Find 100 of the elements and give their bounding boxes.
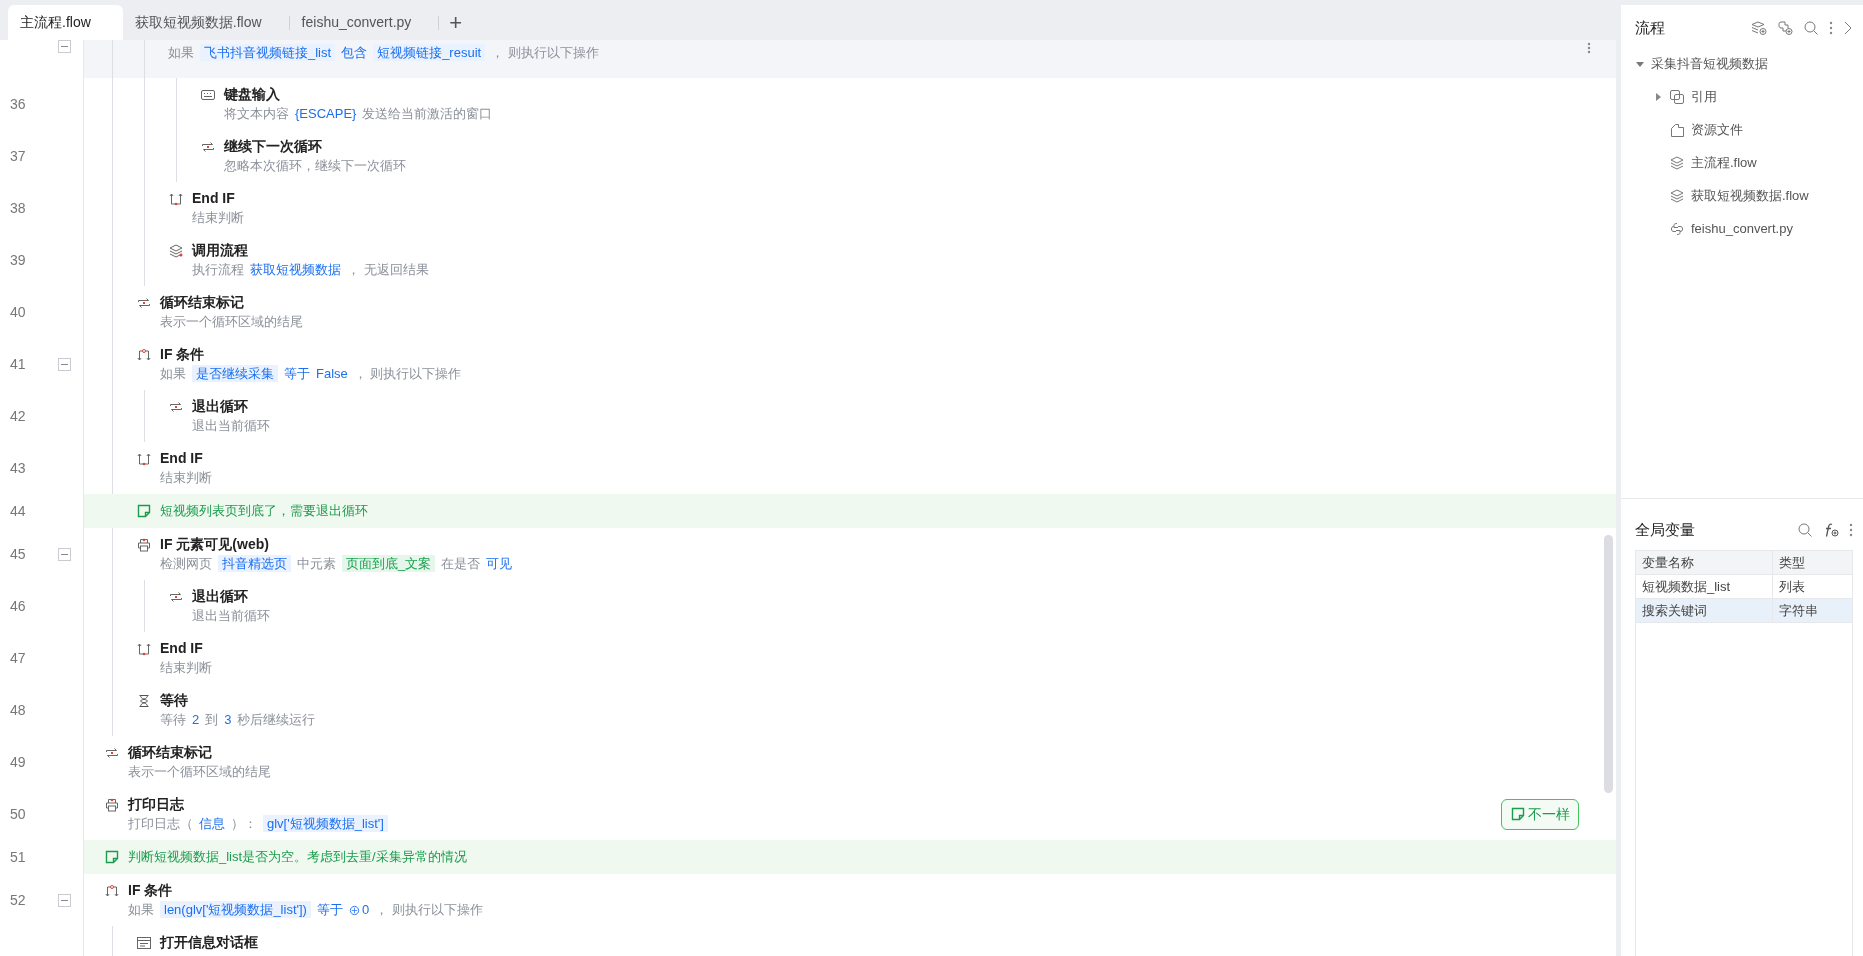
caret-icon[interactable] — [1635, 59, 1645, 69]
line-number: 41 — [9, 354, 27, 374]
variable-token[interactable]: 是否继续采集 — [192, 365, 278, 382]
column-header: 类型 — [1778, 553, 1806, 572]
step-description: 结束判断 — [160, 659, 213, 677]
add-function-icon[interactable] — [1823, 522, 1839, 539]
add-tab-button[interactable]: + — [439, 5, 473, 40]
tree-item[interactable]: 获取短视频数据.flow — [1691, 186, 1809, 206]
search-icon[interactable] — [1797, 522, 1813, 539]
layers-icon — [1669, 155, 1685, 171]
line-number: 43 — [9, 458, 27, 478]
printer-icon — [136, 537, 152, 553]
line-number: 38 — [9, 198, 27, 218]
note-icon — [104, 849, 120, 865]
step-description: 结束判断 — [192, 209, 245, 227]
window-icon — [136, 935, 152, 951]
line-number: 42 — [9, 406, 27, 426]
value-link[interactable]: 3 — [224, 712, 232, 727]
line-number: 51 — [9, 847, 27, 867]
constant-icon — [348, 905, 360, 917]
collapse-toggle[interactable] — [58, 357, 71, 371]
value-link[interactable]: 可见 — [486, 556, 513, 571]
variable-token[interactable]: glv['短视频数据_list'] — [263, 815, 388, 832]
step-title: End IF — [160, 639, 204, 658]
merge-arrows-icon — [136, 451, 152, 467]
table-cell-text: 列表 — [1778, 577, 1806, 596]
step-description: 如果 是否继续采集 等于 False ， 则执行以下操作 — [160, 364, 463, 384]
value-link[interactable]: 包含 — [341, 45, 368, 60]
tree-item[interactable]: 资源文件 — [1691, 120, 1743, 140]
tree-item[interactable]: feishu_convert.py — [1691, 219, 1793, 239]
note-icon — [136, 503, 152, 519]
collapse-panel-icon[interactable] — [1843, 21, 1853, 36]
panel-title: 流程 — [1635, 18, 1665, 38]
scrollbar[interactable] — [1604, 535, 1613, 793]
step-description: 忽略本次循环，继续下一次循环 — [224, 157, 407, 175]
step-title: 键盘输入 — [224, 85, 281, 104]
more-icon[interactable] — [1829, 21, 1833, 36]
collapse-toggle[interactable] — [58, 893, 71, 907]
value-link[interactable]: 信息 — [199, 816, 225, 831]
variable-row[interactable]: 短视频数据_list 列表 — [1636, 574, 1852, 599]
add-module-icon[interactable] — [1777, 20, 1793, 37]
step-description: 表示一个循环区域的结尾 — [128, 763, 272, 781]
value-link[interactable]: {ESCAPE} — [295, 106, 357, 121]
step-title: 打印日志 — [128, 795, 185, 814]
line-number: 37 — [9, 146, 27, 166]
variable-token[interactable]: 飞书抖音视频链接_list — [200, 44, 336, 61]
variable-token[interactable]: len(glv['短视频数据_list']) — [160, 901, 311, 918]
variable-token[interactable]: 短视频链接_resuit — [373, 44, 486, 61]
step-title: End IF — [192, 189, 236, 208]
step-title: IF 元素可见(web) — [160, 535, 270, 554]
branch-icon — [104, 883, 120, 899]
more-icon[interactable] — [1849, 523, 1853, 538]
merge-arrows-icon — [168, 191, 184, 207]
line-number: 44 — [9, 501, 27, 521]
element-token[interactable]: 页面到底_文案 — [342, 555, 436, 572]
step-description: 检测网页 抖音精选页 中元素 页面到底_文案 在是否 可见 — [160, 554, 514, 574]
tree-item[interactable]: 主流程.flow — [1691, 153, 1757, 173]
add-flow-icon[interactable] — [1751, 20, 1767, 37]
value-link[interactable]: 获取短视频数据 — [250, 262, 341, 277]
line-number: 48 — [9, 700, 27, 720]
step-description: 等待 2 到 3 秒后继续运行 — [160, 711, 317, 729]
variable-token[interactable]: 抖音精选页 — [218, 555, 291, 572]
table-cell: 搜索关键词 — [1636, 598, 1773, 622]
value-link[interactable]: 2 — [192, 712, 200, 727]
step-description: 退出当前循环 — [192, 607, 271, 625]
file-tab[interactable]: 获取短视频数据.flow — [122, 5, 290, 40]
line-number: 47 — [9, 648, 27, 668]
variable-row[interactable]: 搜索关键词 字符串 — [1636, 598, 1852, 623]
search-icon[interactable] — [1803, 20, 1819, 37]
value-link[interactable]: 等于 — [316, 902, 343, 917]
step-description: 表示一个循环区域的结尾 — [160, 313, 304, 331]
branch-icon — [136, 347, 152, 363]
value-link[interactable]: False — [316, 366, 348, 381]
step-description: 将文本内容 {ESCAPE} 发送给当前激活的窗口 — [224, 105, 494, 123]
note-button[interactable]: 不一样 — [1501, 798, 1579, 830]
caret-icon[interactable] — [1653, 92, 1663, 102]
line-number: 45 — [9, 544, 27, 564]
note-icon — [1510, 806, 1526, 822]
step-title: 退出循环 — [192, 397, 249, 416]
value-link[interactable]: 0 — [361, 902, 370, 917]
line-number: 46 — [9, 596, 27, 616]
step-title: End IF — [160, 449, 204, 468]
table-cell-text: 字符串 — [1778, 601, 1819, 620]
collapse-toggle[interactable] — [58, 547, 71, 561]
line-number: 50 — [9, 804, 27, 824]
value-link[interactable]: 等于 — [284, 366, 310, 381]
tree-item[interactable]: 引用 — [1691, 87, 1717, 107]
panel-title: 全局变量 — [1635, 520, 1695, 540]
step-title: 循环结束标记 — [160, 293, 245, 312]
file-tab[interactable]: 主流程.flow — [8, 5, 123, 40]
more-icon[interactable] — [1587, 42, 1591, 54]
layers-icon — [1669, 188, 1685, 204]
step-description: 如果 飞书抖音视频链接_list 包含 短视频链接_resuit ， 则执行以下操作 — [168, 43, 600, 63]
step-description: 退出当前循环 — [192, 417, 271, 435]
step-title: 退出循环 — [192, 587, 249, 606]
file-tab[interactable]: feishu_convert.py — [289, 5, 440, 40]
copy-icon — [1669, 89, 1685, 105]
tree-item[interactable]: 采集抖音短视频数据 — [1651, 54, 1768, 74]
merge-arrows-icon — [136, 641, 152, 657]
collapse-toggle[interactable] — [58, 40, 71, 53]
